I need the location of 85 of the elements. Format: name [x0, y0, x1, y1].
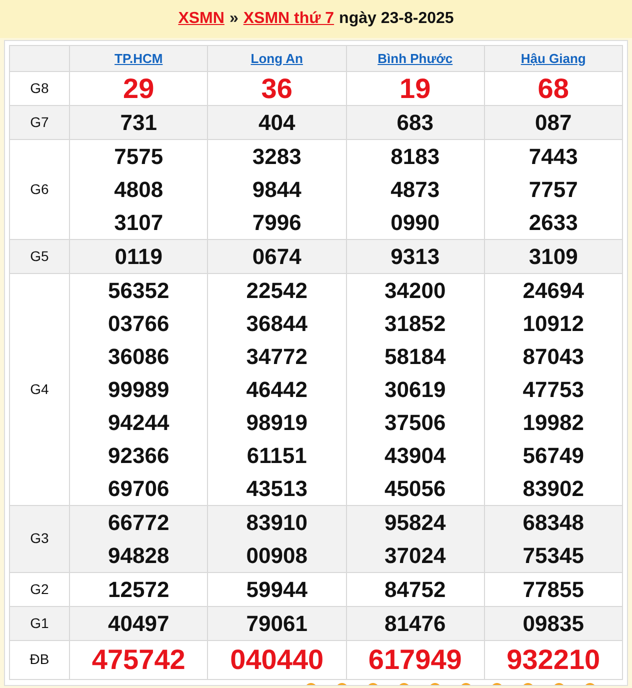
prize-number: 43513 — [246, 476, 308, 502]
prize-number: 03766 — [108, 310, 170, 336]
prize-number: 087 — [535, 110, 572, 136]
prize-number: 8183 — [390, 144, 440, 170]
prize-number: 24694 — [522, 278, 584, 304]
date-text: ngày 23-8-2025 — [339, 10, 454, 28]
prize-number: 75345 — [522, 542, 584, 568]
prize-number: 61151 — [246, 442, 307, 468]
prize-number: 66772 — [108, 510, 170, 536]
prize-number: 56352 — [108, 278, 170, 304]
prize-label: G2 — [30, 580, 49, 596]
prize-number: 36 — [261, 72, 292, 104]
prize-number: 9844 — [252, 176, 302, 202]
prize-number: 683 — [396, 110, 434, 136]
prize-number: 0674 — [252, 244, 302, 270]
prize-number: 98919 — [246, 410, 308, 436]
prize-number: 7757 — [528, 176, 578, 202]
prize-number: 7575 — [114, 144, 164, 170]
prize-label: G1 — [30, 614, 49, 630]
prize-number: 68 — [538, 72, 569, 104]
prize-number: 19 — [400, 72, 431, 104]
prize-number: 37024 — [384, 542, 446, 568]
prize-number: 56749 — [522, 442, 584, 468]
prize-number: 94828 — [108, 542, 170, 568]
prize-number: 87043 — [522, 344, 584, 370]
prize-number: 0119 — [114, 244, 162, 270]
prize-number: 79061 — [246, 610, 308, 636]
prize-number: 36844 — [246, 310, 308, 336]
prize-label: G5 — [30, 248, 49, 264]
prize-number: 84752 — [384, 576, 446, 602]
prize-number: 59944 — [246, 576, 308, 602]
prize-number: 77855 — [522, 576, 584, 602]
prize-number: 475742 — [92, 644, 186, 676]
prize-label: G8 — [30, 80, 49, 96]
prize-number: 34772 — [246, 344, 308, 370]
prize-number: 404 — [258, 110, 296, 136]
prize-number: 7996 — [252, 210, 302, 236]
prize-number: 94244 — [108, 410, 170, 436]
prize-number: 34200 — [384, 278, 446, 304]
prize-number: 69706 — [108, 476, 170, 502]
prize-number: 4873 — [390, 176, 440, 202]
prize-number: 36086 — [108, 344, 170, 370]
breadcrumb-separator: » — [229, 10, 238, 28]
prize-number: 0990 — [390, 210, 440, 236]
prize-number: 2633 — [528, 210, 578, 236]
prize-number: 3107 — [114, 210, 164, 236]
prize-number: 00908 — [246, 542, 308, 568]
prize-number: 30619 — [384, 376, 446, 402]
prize-number: 37506 — [384, 410, 446, 436]
prize-number: 95824 — [384, 510, 446, 536]
prize-number: 617949 — [368, 644, 462, 676]
header-link[interactable]: XSMN thứ 7 — [243, 10, 334, 28]
prize-number: 7443 — [528, 144, 578, 170]
prize-number: 46442 — [246, 376, 308, 402]
prize-label: G4 — [30, 380, 49, 396]
prize-number: 3109 — [528, 244, 578, 270]
prize-number: 43904 — [384, 442, 446, 468]
prize-number: 10912 — [522, 310, 584, 336]
prize-number: 932210 — [506, 644, 600, 676]
prize-number: 19982 — [522, 410, 584, 436]
prize-number: 29 — [123, 72, 154, 104]
prize-number: 731 — [120, 110, 157, 136]
prize-number: 92366 — [108, 442, 170, 468]
prize-label: ĐB — [30, 651, 50, 667]
prize-number: 9313 — [390, 244, 440, 270]
prize-number: 12572 — [108, 576, 170, 602]
prize-number: 31852 — [384, 310, 446, 336]
prize-number: 83910 — [246, 510, 308, 536]
prize-number: 58184 — [384, 344, 446, 370]
header-link[interactable]: XSMN — [178, 10, 224, 28]
prize-label: G3 — [30, 530, 49, 546]
prize-number: 09835 — [522, 610, 584, 636]
prize-number: 40497 — [108, 610, 170, 636]
prize-number: 83902 — [522, 476, 584, 502]
prize-number: 4808 — [114, 176, 164, 202]
prize-number: 45056 — [384, 476, 446, 502]
prize-number: 3283 — [252, 144, 302, 170]
prize-number: 040440 — [230, 644, 324, 676]
prize-number: 47753 — [522, 376, 584, 402]
prize-number: 22542 — [246, 278, 308, 304]
prize-number: 68348 — [522, 510, 584, 536]
prize-number: 81476 — [384, 610, 446, 636]
prize-number: 99989 — [108, 376, 170, 402]
prize-label: G6 — [30, 180, 49, 196]
prize-label: G7 — [30, 114, 49, 130]
